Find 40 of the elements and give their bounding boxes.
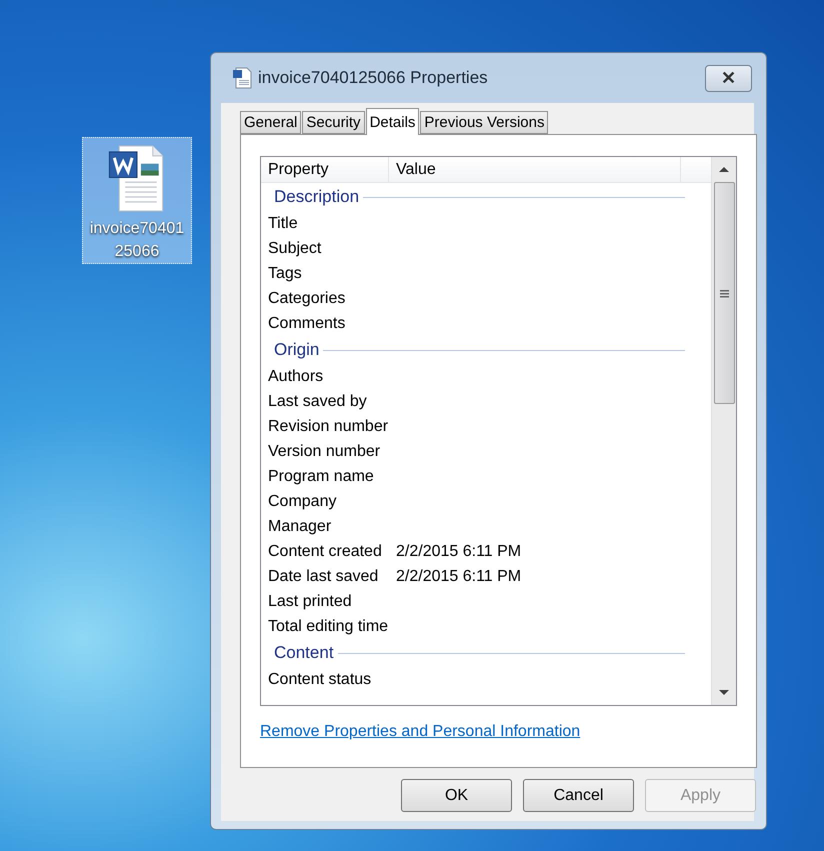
property-name: Manager bbox=[267, 518, 332, 536]
remove-properties-link[interactable]: Remove Properties and Personal Information bbox=[260, 723, 580, 741]
scroll-up-icon[interactable] bbox=[718, 166, 730, 173]
dialog-button[interactable]: OK bbox=[401, 779, 512, 812]
property-name: Date last saved bbox=[267, 568, 380, 586]
property-name: Total editing time bbox=[267, 618, 389, 636]
scrollbar[interactable] bbox=[711, 157, 736, 705]
group-heading: Description bbox=[274, 187, 360, 207]
file-name: invoice7040125066 bbox=[88, 219, 186, 262]
column-header[interactable]: Value bbox=[389, 157, 681, 182]
window-title: invoice7040125066 Properties bbox=[258, 68, 489, 88]
dialog-button[interactable]: Cancel bbox=[523, 779, 634, 812]
property-name: Program name bbox=[267, 468, 375, 486]
property-name: Tags bbox=[267, 264, 303, 282]
tab[interactable]: Security bbox=[302, 111, 365, 134]
property-name: Categories bbox=[267, 290, 346, 308]
property-value: 2/2/2015 6:11 PM bbox=[395, 568, 522, 586]
grip-icon bbox=[720, 288, 728, 298]
column-header[interactable]: Property bbox=[261, 157, 389, 182]
tab[interactable]: Details bbox=[366, 108, 420, 135]
document-icon bbox=[232, 67, 252, 89]
property-value: 2/2/2015 6:11 PM bbox=[395, 542, 522, 560]
property-name: Version number bbox=[267, 442, 382, 460]
group-heading: Origin bbox=[274, 340, 320, 360]
property-name: Comments bbox=[267, 314, 346, 332]
group-heading: Content bbox=[274, 643, 334, 663]
tab[interactable]: General bbox=[240, 111, 302, 134]
scroll-down-icon[interactable] bbox=[718, 689, 730, 696]
property-name: Subject bbox=[267, 240, 322, 258]
property-name: Last saved by bbox=[267, 392, 368, 410]
tab[interactable]: Previous Versions bbox=[420, 111, 548, 134]
property-name: Last printed bbox=[267, 592, 353, 610]
property-name: Title bbox=[267, 214, 299, 232]
property-name: Revision number bbox=[267, 418, 389, 436]
property-name: Content created bbox=[267, 542, 383, 560]
property-name: Content status bbox=[267, 670, 372, 688]
close-button[interactable]: ✕ bbox=[705, 64, 752, 92]
scroll-thumb[interactable] bbox=[714, 182, 734, 404]
property-name: Authors bbox=[267, 368, 324, 386]
property-name: Company bbox=[267, 492, 338, 510]
